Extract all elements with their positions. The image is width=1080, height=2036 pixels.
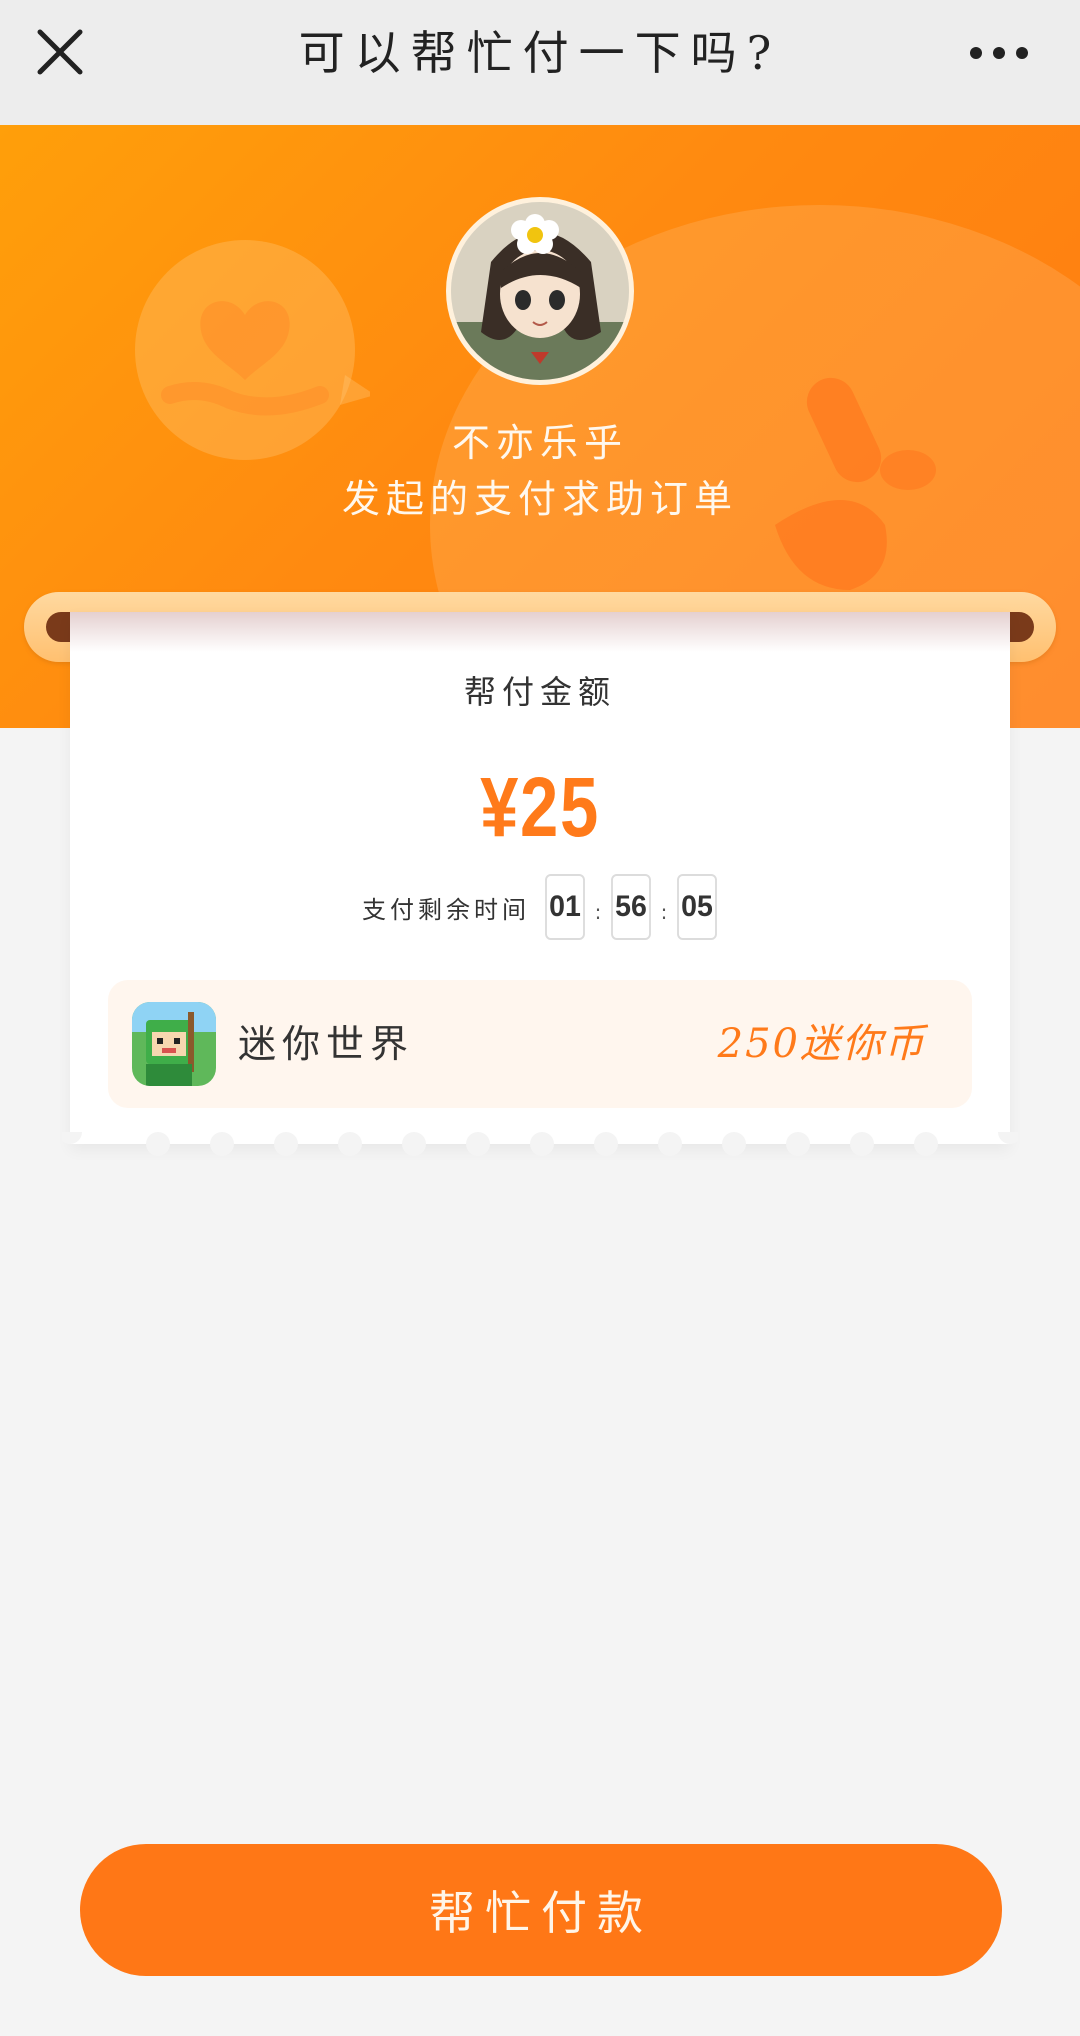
top-navbar: 可以帮忙付一下吗? [0, 0, 1080, 125]
payment-ticket: 帮付金额 ¥25 支付剩余时间 01 : 56 : 05 迷你世界 250迷你币 [70, 612, 1010, 1144]
game-app-icon [132, 1002, 216, 1086]
avatar[interactable] [446, 197, 634, 385]
timer-label: 支付剩余时间 [362, 895, 530, 924]
more-dots-icon[interactable] [964, 30, 1034, 76]
product-name: 迷你世界 [238, 1022, 415, 1066]
help-pay-button[interactable]: 帮忙付款 [80, 1844, 1002, 1976]
product-item[interactable]: 迷你世界 250迷你币 [108, 980, 972, 1108]
countdown-timer: 支付剩余时间 01 : 56 : 05 [70, 872, 1010, 942]
request-description: 发起的支付求助订单 [341, 477, 738, 521]
amount-label: 帮付金额 [463, 673, 616, 711]
timer-separator: : [594, 900, 602, 924]
ticket-shadow [70, 612, 1010, 652]
page-title: 可以帮忙付一下吗? [298, 26, 782, 80]
requester-name: 不亦乐乎 [451, 421, 628, 465]
timer-minutes: 56 [611, 874, 651, 940]
timer-seconds: 05 [677, 874, 717, 940]
ticket-perforation [58, 1120, 1022, 1156]
amount-value: ¥25 [480, 760, 600, 854]
timer-hours: 01 [545, 874, 585, 940]
timer-separator: : [660, 900, 668, 924]
close-icon[interactable] [30, 22, 90, 82]
product-price: 250迷你币 [717, 1021, 926, 1067]
